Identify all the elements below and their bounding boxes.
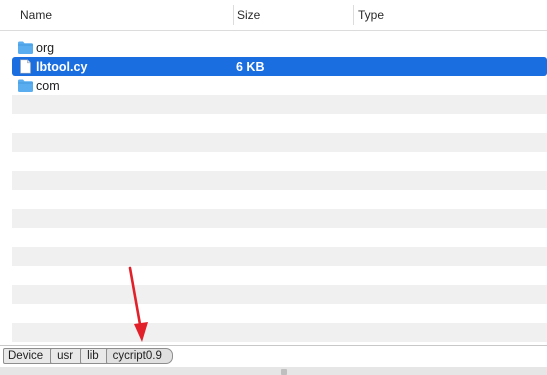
annotation-arrow-icon <box>128 266 148 342</box>
breadcrumb-device[interactable]: Device <box>3 348 55 364</box>
resize-handle-icon[interactable] <box>281 369 287 375</box>
window-bottom-edge <box>0 367 547 375</box>
breadcrumb: Device usr lib cycript0.9 <box>3 348 173 364</box>
breadcrumb-usr[interactable]: usr <box>50 348 85 364</box>
path-bar: Device usr lib cycript0.9 <box>0 345 547 367</box>
breadcrumb-cycript[interactable]: cycript0.9 <box>105 348 173 364</box>
